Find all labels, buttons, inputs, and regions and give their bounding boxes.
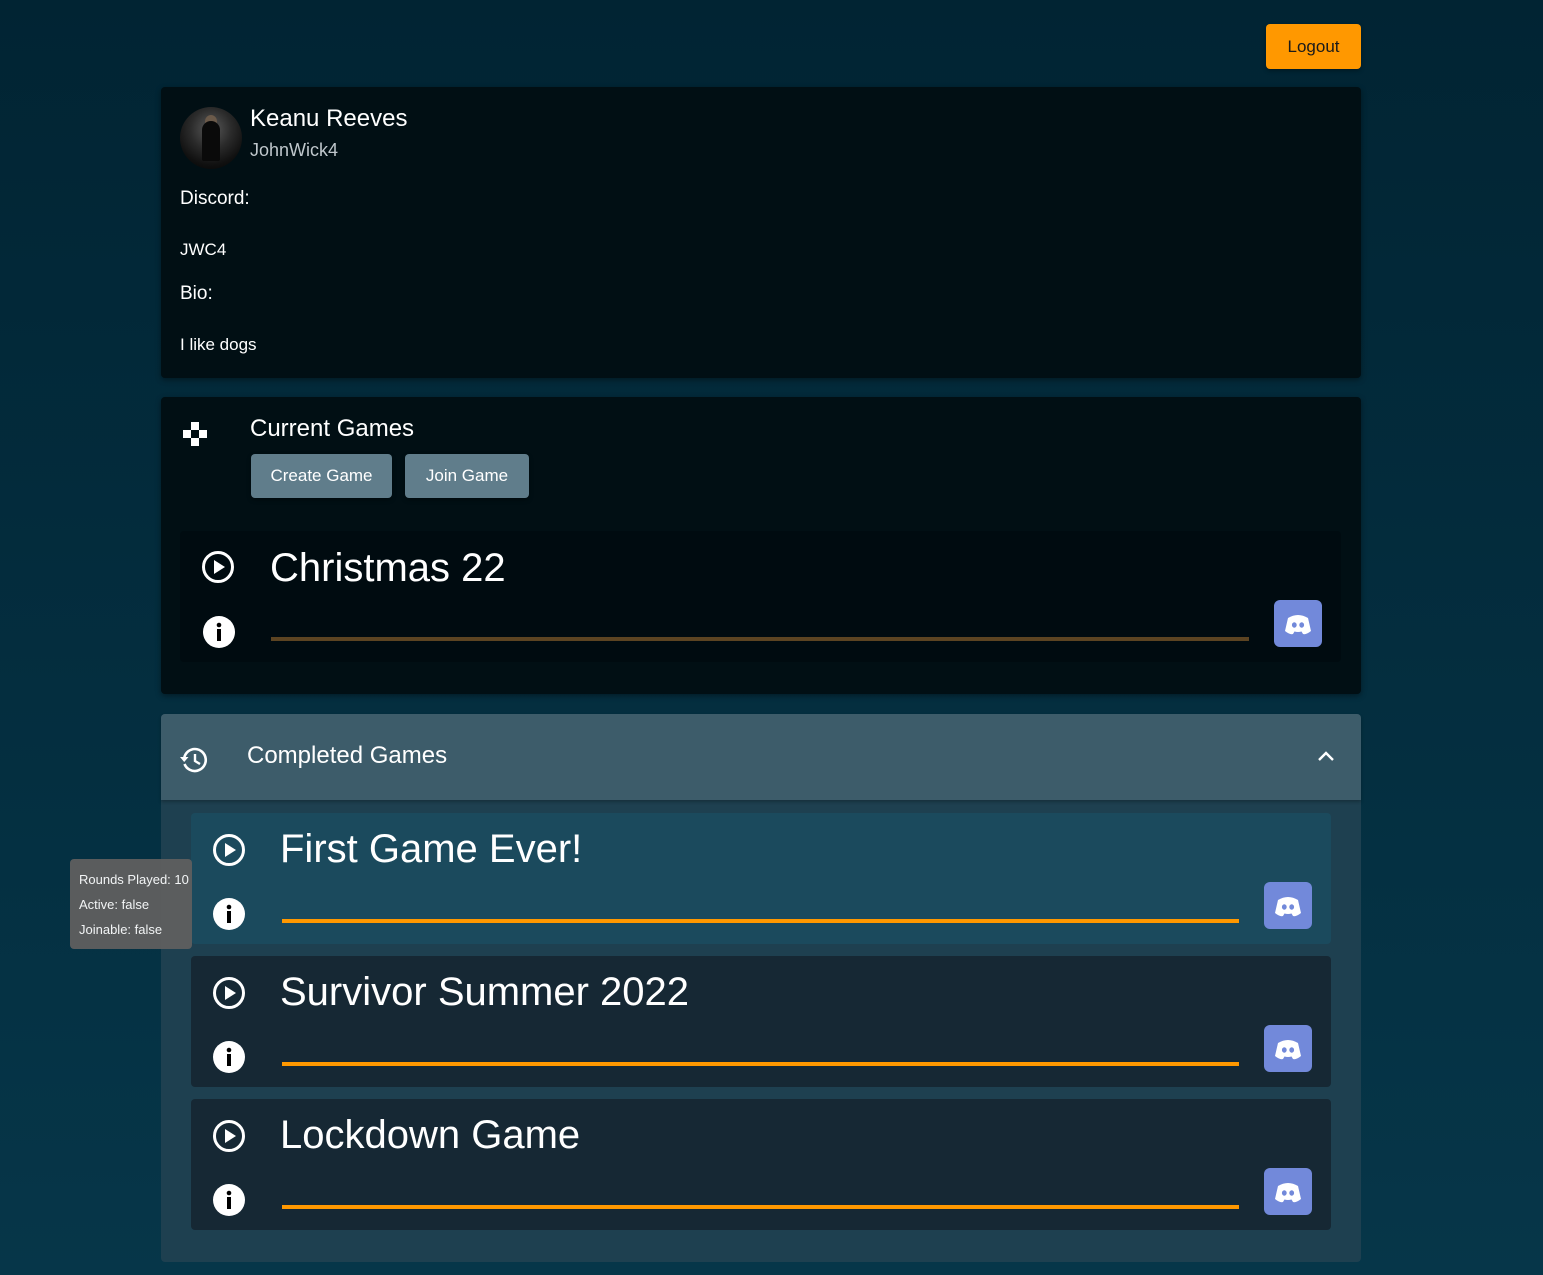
discord-value: JWC4 xyxy=(180,240,227,259)
game-name: First Game Ever! xyxy=(280,827,583,871)
game-card[interactable]: Christmas 22 xyxy=(180,531,1341,662)
discord-icon xyxy=(1275,897,1301,917)
play-circle-icon[interactable] xyxy=(201,550,235,584)
game-name: Christmas 22 xyxy=(270,546,506,590)
create-game-button[interactable]: Create Game xyxy=(251,454,392,498)
profile-username: JohnWick4 xyxy=(250,140,339,160)
avatar xyxy=(180,107,242,169)
play-circle-icon[interactable] xyxy=(212,976,246,1010)
info-icon[interactable] xyxy=(202,615,236,649)
bio-label: Bio: xyxy=(180,283,213,304)
profile-name: Keanu Reeves xyxy=(250,105,408,132)
history-icon xyxy=(180,747,207,773)
info-icon[interactable] xyxy=(212,897,246,931)
game-info-tooltip: Rounds Played: 10 Active: false Joinable… xyxy=(70,859,192,949)
game-progress-bar xyxy=(282,1205,1239,1209)
discord-label: Discord: xyxy=(180,188,250,209)
game-name: Survivor Summer 2022 xyxy=(280,970,690,1014)
game-name: Lockdown Game xyxy=(280,1113,581,1157)
info-icon[interactable] xyxy=(212,1183,246,1217)
discord-button[interactable] xyxy=(1264,882,1312,929)
game-card[interactable]: Lockdown Game xyxy=(191,1099,1331,1230)
play-circle-icon[interactable] xyxy=(212,833,246,867)
gamepad-icon xyxy=(183,422,207,446)
discord-icon xyxy=(1275,1183,1301,1203)
logout-button[interactable]: Logout xyxy=(1266,24,1361,69)
chevron-up-icon[interactable] xyxy=(1316,748,1336,764)
discord-button[interactable] xyxy=(1264,1168,1312,1215)
game-progress-bar xyxy=(282,919,1239,923)
play-circle-icon[interactable] xyxy=(212,1119,246,1153)
tooltip-active: Active: false xyxy=(79,897,150,912)
game-progress-bar xyxy=(271,637,1249,641)
discord-button[interactable] xyxy=(1274,600,1322,647)
game-progress-bar xyxy=(282,1062,1239,1066)
completed-games-header[interactable]: Completed Games xyxy=(161,714,1361,800)
discord-icon xyxy=(1275,1040,1301,1060)
game-card[interactable]: Survivor Summer 2022 xyxy=(191,956,1331,1087)
join-game-button[interactable]: Join Game xyxy=(405,454,529,498)
current-games-title: Current Games xyxy=(250,415,415,442)
tooltip-joinable: Joinable: false xyxy=(79,922,163,937)
tooltip-rounds: Rounds Played: 10 xyxy=(79,872,189,887)
discord-icon xyxy=(1285,615,1311,635)
game-card[interactable]: First Game Ever! xyxy=(191,813,1331,944)
info-icon[interactable] xyxy=(212,1040,246,1074)
bio-value: I like dogs xyxy=(180,335,257,354)
profile-card: Keanu Reeves JohnWick4 Discord: JWC4 Bio… xyxy=(161,87,1361,378)
completed-games-title: Completed Games xyxy=(247,742,448,769)
discord-button[interactable] xyxy=(1264,1025,1312,1072)
